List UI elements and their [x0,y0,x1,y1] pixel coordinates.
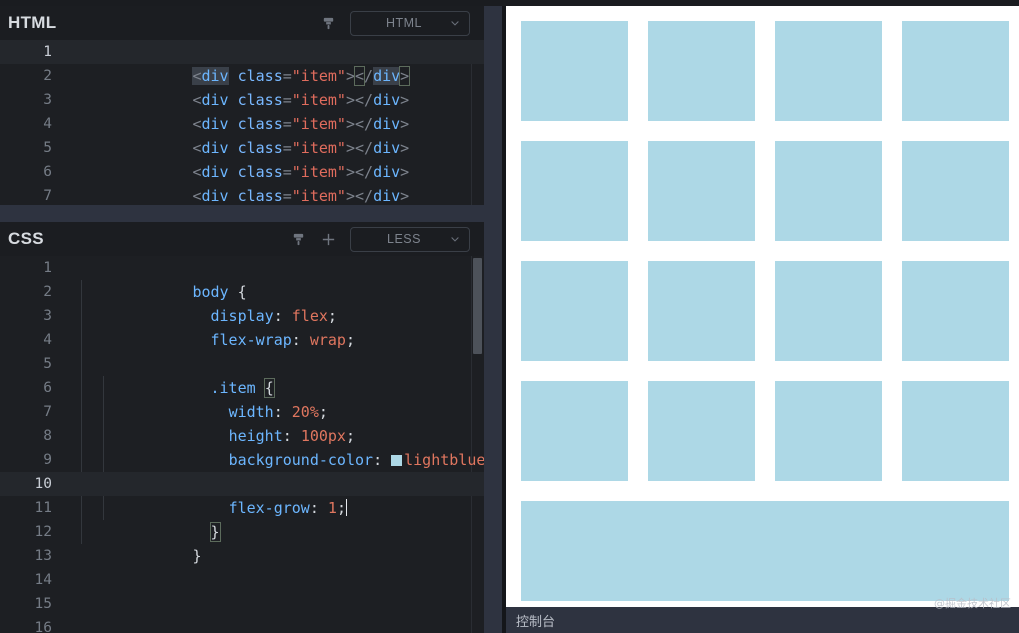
code-line[interactable]: 5 .item { [0,352,484,398]
code-line[interactable]: 7 height: 100px; [0,400,484,445]
brush-icon[interactable] [286,227,310,251]
line-number: 10 [34,476,52,492]
preview-item [775,141,882,241]
line-number: 11 [34,500,52,516]
watermark: @掘金技术社区 [934,597,1011,610]
vertical-splitter[interactable] [484,6,502,633]
code-line[interactable]: 14 [0,568,484,592]
main-body: HTML HTML 1 <div class="item"></div> 2 <… [0,6,1019,633]
line-number: 8 [43,428,52,444]
html-code-area[interactable]: 1 <div class="item"></div> 2 <div class="i… [0,40,484,205]
preview-item [521,381,628,481]
preview-item [648,261,755,361]
line-number: 12 [34,524,52,540]
line-number: 6 [43,380,52,396]
code-line[interactable]: 4 [0,328,484,352]
preview-item [775,21,882,121]
code-line[interactable]: 2 <div class="item"></div> [0,64,484,109]
line-number: 3 [43,92,52,108]
preview-item [775,261,882,361]
line-number: 15 [34,596,52,612]
css-language-select[interactable]: LESS [350,226,470,252]
line-number: 4 [43,116,52,132]
preview-item [648,381,755,481]
code-line[interactable]: 8 background-color: lightblue; [0,424,484,469]
line-number: 1 [43,44,52,60]
line-number: 13 [34,548,52,564]
editor-column: HTML HTML 1 <div class="item"></div> 2 <… [0,6,484,633]
preview-item [775,381,882,481]
pane-splitter[interactable] [0,205,484,222]
line-number: 5 [43,356,52,372]
html-pane: HTML HTML 1 <div class="item"></div> 2 <… [0,6,484,205]
code-line[interactable]: 3 flex-wrap: wrap; [0,304,484,349]
css-pane-title: CSS [8,229,44,248]
chevron-down-icon [451,237,459,242]
line-number: 7 [43,188,52,204]
preview-item [521,141,628,241]
html-pane-title: HTML [8,13,57,32]
line-number: 14 [34,572,52,588]
plus-icon[interactable] [316,227,340,251]
code-line[interactable]: 15 [0,592,484,616]
preview-item [902,261,1009,361]
brush-icon[interactable] [316,11,340,35]
html-pane-header: HTML HTML [0,6,484,40]
css-code-lines: 1 body { 2 display: flex; 3 flex-wrap: wr… [0,256,484,633]
preview-column: 控制台 @掘金技术社区 [506,6,1019,633]
css-pane-header: CSS LESS [0,222,484,256]
code-line[interactable]: 9 margin: 10px; [0,448,484,493]
code-line[interactable]: 3 <div class="item"></div> [0,88,484,133]
html-language-label: HTML [385,16,423,30]
code-line[interactable]: 12} [0,520,484,565]
line-number: 2 [43,68,52,84]
code-line[interactable]: 7<div class="item"></div> [0,184,484,205]
code-line[interactable]: 6 <div class="item"></div> [0,160,484,205]
console-label: 控制台 [516,614,556,630]
preview-item [648,21,755,121]
code-line[interactable]: 1 body { [0,256,484,301]
preview-item [648,141,755,241]
code-line[interactable]: 4 <div class="item"></div> [0,112,484,157]
codepen-editor-window: HTML HTML 1 <div class="item"></div> 2 <… [0,0,1019,633]
line-number: 5 [43,140,52,156]
code-line[interactable]: 13 [0,544,484,568]
preview-item [521,261,628,361]
code-line[interactable]: 5 <div class="item"></div> [0,136,484,181]
line-number: 1 [43,260,52,276]
chevron-down-icon [451,21,459,26]
preview-item [902,21,1009,121]
code-line[interactable]: 2 display: flex; [0,280,484,325]
code-line[interactable]: 6 width: 20%; [0,376,484,421]
css-code-area[interactable]: 1 body { 2 display: flex; 3 flex-wrap: wr… [0,256,484,633]
line-number: 7 [43,404,52,420]
preview-item [521,501,1009,601]
line-number: 16 [34,620,52,633]
line-number: 2 [43,284,52,300]
code-line[interactable]: 1 <div class="item"></div> [0,40,484,86]
line-number: 4 [43,332,52,348]
code-line[interactable]: 16 [0,616,484,633]
preview-item [902,141,1009,241]
css-language-label: LESS [387,232,421,246]
preview-item [902,381,1009,481]
html-language-select[interactable]: HTML [350,10,470,36]
css-pane: CSS LESS 1 body {2 display: flex; 3 fle… [0,222,484,633]
line-number: 6 [43,164,52,180]
html-code-lines: 1 <div class="item"></div> 2 <div class="i… [0,40,484,205]
line-number: 9 [43,452,52,468]
code-line[interactable]: 11 } [0,496,484,542]
console-bar[interactable]: 控制台 @掘金技术社区 [506,597,1019,633]
line-number: 3 [43,308,52,324]
code-line[interactable]: 10 flex-grow: 1; [0,472,484,517]
preview-iframe[interactable] [506,6,1019,607]
preview-item [521,21,628,121]
